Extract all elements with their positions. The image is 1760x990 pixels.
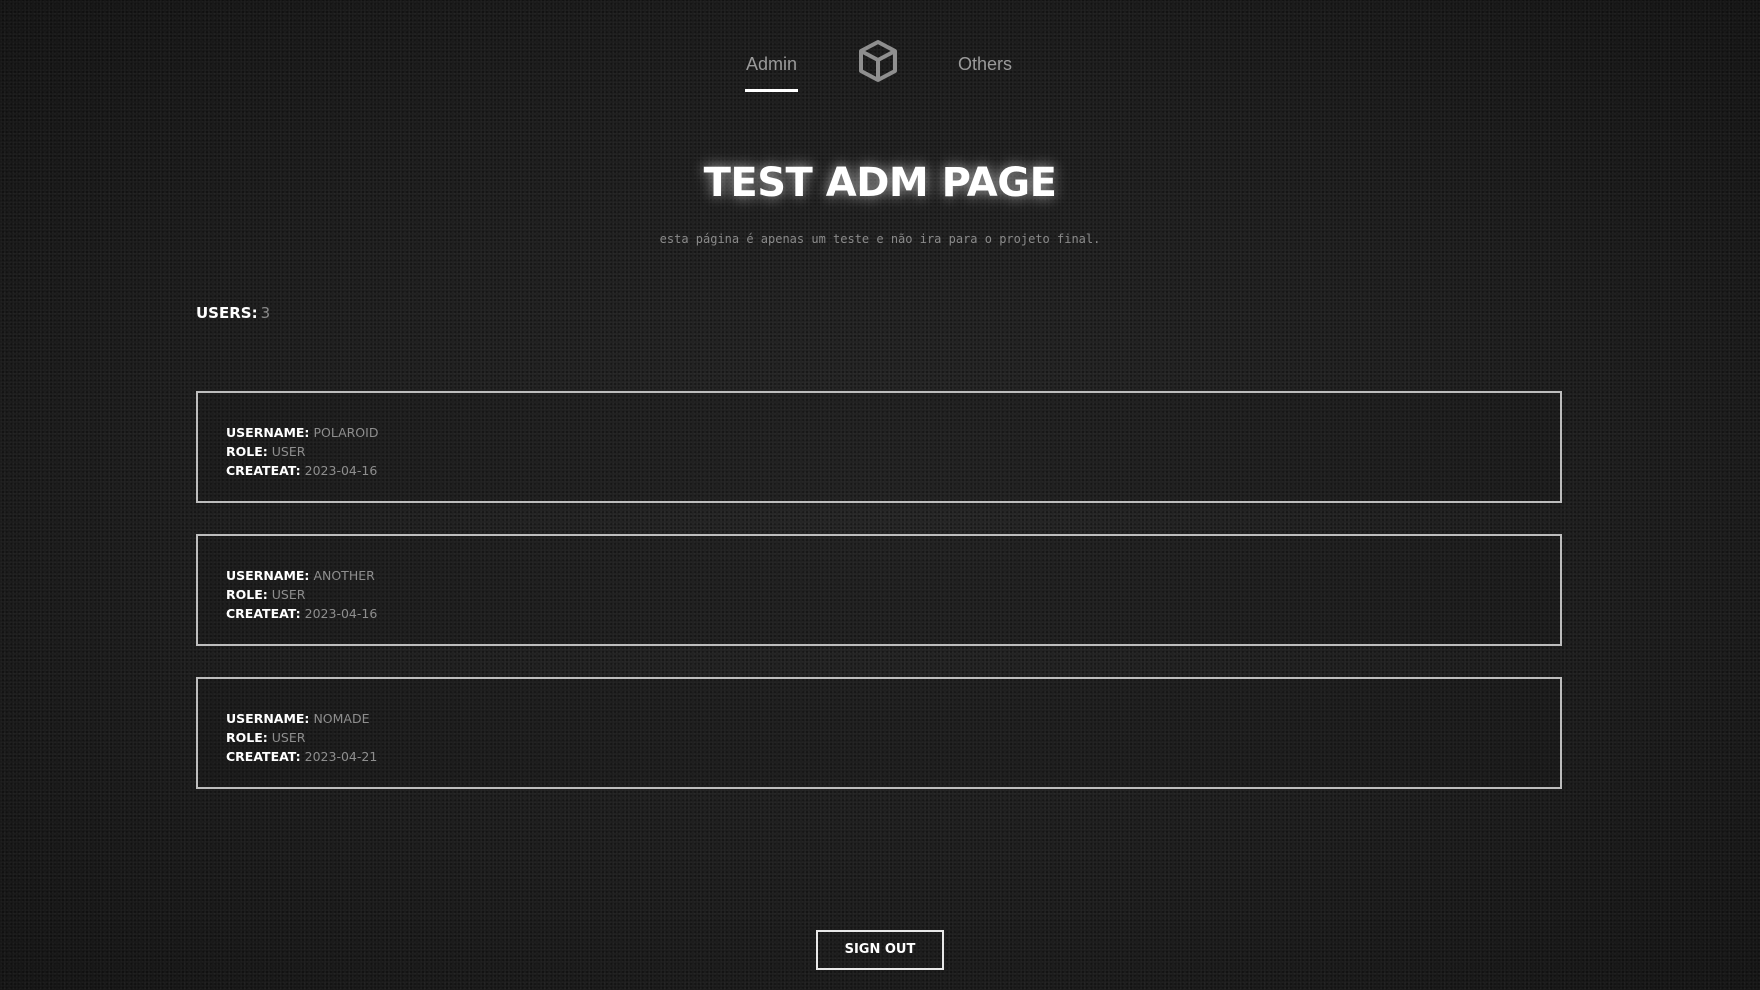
createat-value: 2023-04-21 [304, 749, 378, 764]
nav-tab-others[interactable]: Others [958, 54, 1012, 75]
user-username-row: USERNAME: NOMADE [226, 709, 370, 728]
user-username-row: USERNAME: ANOTHER [226, 566, 375, 585]
createat-label: CREATEAT: [226, 606, 301, 621]
user-role-row: ROLE: USER [226, 728, 305, 747]
user-createat-row: CREATEAT: 2023-04-16 [226, 461, 377, 480]
role-value: USER [271, 730, 306, 745]
users-count-value: 3 [260, 304, 271, 322]
user-card: USERNAME: ANOTHER ROLE: USER CREATEAT: 2023… [196, 534, 1562, 646]
role-value: USER [271, 587, 306, 602]
createat-label: CREATEAT: [226, 463, 301, 478]
nav-tab-admin[interactable]: Admin [745, 54, 798, 92]
username-label: USERNAME: [226, 711, 310, 726]
role-label: ROLE: [226, 587, 268, 602]
user-username-row: USERNAME: POLAROID [226, 423, 378, 442]
username-value: ANOTHER [313, 568, 375, 583]
user-card: USERNAME: POLAROID ROLE: USER CREATEAT: 202… [196, 391, 1562, 503]
username-value: NOMADE [313, 711, 370, 726]
user-createat-row: CREATEAT: 2023-04-21 [226, 747, 377, 766]
username-label: USERNAME: [226, 425, 310, 440]
page-subtitle: esta página é apenas um teste e não ira … [659, 232, 1101, 246]
username-label: USERNAME: [226, 568, 310, 583]
username-value: POLAROID [313, 425, 379, 440]
createat-value: 2023-04-16 [304, 463, 378, 478]
user-card: USERNAME: NOMADE ROLE: USER CREATEAT: 2023-… [196, 677, 1562, 789]
page-title: TEST ADM PAGE [703, 160, 1057, 206]
createat-label: CREATEAT: [226, 749, 301, 764]
cube-icon[interactable] [855, 38, 901, 84]
role-label: ROLE: [226, 444, 268, 459]
user-createat-row: CREATEAT: 2023-04-16 [226, 604, 377, 623]
createat-value: 2023-04-16 [304, 606, 378, 621]
users-count: USERS: 3 [196, 304, 270, 322]
role-label: ROLE: [226, 730, 268, 745]
role-value: USER [271, 444, 306, 459]
user-role-row: ROLE: USER [226, 442, 305, 461]
users-count-label: USERS: [196, 304, 258, 322]
top-navigation: Admin Others [0, 34, 1760, 104]
sign-out-button[interactable]: SIGN OUT [816, 930, 944, 970]
user-role-row: ROLE: USER [226, 585, 305, 604]
